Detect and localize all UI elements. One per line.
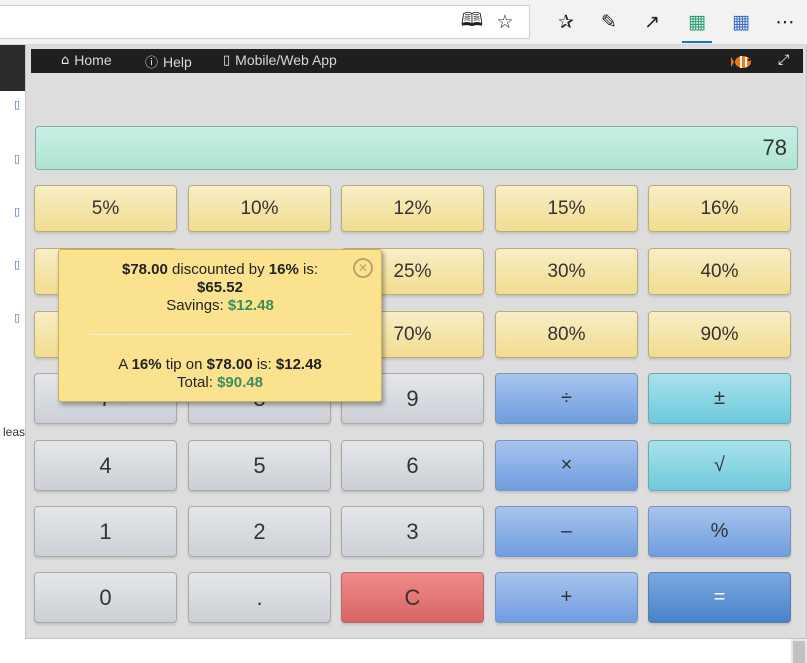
nav-help-label: Help <box>163 53 192 70</box>
square-root-button[interactable]: √ <box>648 440 791 491</box>
mobile-phone-icon: ▯ <box>223 52 231 68</box>
nav-mobile-label: Mobile/Web App <box>235 52 337 68</box>
equals-button[interactable]: = <box>648 572 791 623</box>
panel-navbar: ⌂ Home ⓘ Help ▯ Mobile/Web App ⤢ <box>31 49 803 73</box>
trash-icon[interactable]: ▯ <box>14 258 24 271</box>
nav-home-label: Home <box>74 52 112 68</box>
scrollbar-thumb[interactable] <box>793 641 805 663</box>
tip-text: tip on <box>165 356 203 373</box>
calculator-green-icon[interactable]: ▦ <box>682 8 712 43</box>
page-text-fragment: leas <box>3 425 26 439</box>
info-icon: ⓘ <box>145 56 159 71</box>
calculator-blue-icon[interactable]: ▦ <box>726 8 756 36</box>
discount-result: $65.52 <box>197 279 243 296</box>
tip-is-text: is: <box>256 356 272 373</box>
popup-divider <box>89 334 351 335</box>
collapse-arrows-icon[interactable]: ⤢ <box>778 52 789 68</box>
tip-prefix: A <box>118 356 128 373</box>
multiply-button[interactable]: × <box>495 440 638 491</box>
percent-30-button[interactable]: 30% <box>495 248 638 295</box>
total-line: Total: $90.48 <box>59 374 381 391</box>
total-value: $90.48 <box>217 374 263 391</box>
total-label: Total: <box>177 374 213 391</box>
key-1[interactable]: 1 <box>34 506 177 557</box>
key-5[interactable]: 5 <box>188 440 331 491</box>
plus-minus-button[interactable]: ± <box>648 373 791 424</box>
trash-icon[interactable]: ▯ <box>14 152 24 165</box>
more-icon[interactable]: ⋯ <box>770 8 800 36</box>
discount-text: discounted by <box>172 261 265 278</box>
nav-help[interactable]: ⓘ Help <box>145 52 192 72</box>
plus-button[interactable]: + <box>495 572 638 623</box>
share-icon[interactable]: ↗ <box>637 8 667 36</box>
tip-value: $12.48 <box>275 356 322 373</box>
home-icon: ⌂ <box>61 52 70 68</box>
percent-12-button[interactable]: 12% <box>341 185 484 232</box>
tip-percent: 16% <box>131 356 162 373</box>
percent-90-button[interactable]: 90% <box>648 311 791 358</box>
savings-line: Savings: $12.48 <box>59 297 381 314</box>
percent-value: 16% <box>268 261 299 278</box>
is-text: is: <box>303 261 318 278</box>
percent-5-button[interactable]: 5% <box>34 185 177 232</box>
percent-80-button[interactable]: 80% <box>495 311 638 358</box>
savings-value: $12.48 <box>227 297 274 314</box>
percent-10-button[interactable]: 10% <box>188 185 331 232</box>
percent-15-button[interactable]: 15% <box>495 185 638 232</box>
divide-button[interactable]: ÷ <box>495 373 638 424</box>
base-amount: $78.00 <box>121 261 168 278</box>
clownfish-logo-icon[interactable] <box>731 51 755 71</box>
discount-line: $78.00 discounted by 16% is: <box>59 261 381 278</box>
percent-40-button[interactable]: 40% <box>648 248 791 295</box>
page-header-fragment <box>0 45 25 91</box>
tip-base-amount: $78.00 <box>206 356 253 373</box>
savings-label: Savings: <box>166 297 224 314</box>
trash-icon[interactable]: ▯ <box>14 205 24 218</box>
percent-result-popup: ✕ $78.00 discounted by 16% is: $65.52 Sa… <box>58 249 382 402</box>
decimal-button[interactable]: . <box>188 572 331 623</box>
minus-button[interactable]: – <box>495 506 638 557</box>
key-6[interactable]: 6 <box>341 440 484 491</box>
nav-mobile-app[interactable]: ▯ Mobile/Web App <box>223 52 337 68</box>
favorite-star-icon[interactable]: ☆ <box>490 8 520 36</box>
key-0[interactable]: 0 <box>34 572 177 623</box>
key-4[interactable]: 4 <box>34 440 177 491</box>
calculator-display: 78 <box>35 126 798 170</box>
page-background <box>0 45 25 663</box>
trash-icon[interactable]: ▯ <box>14 311 24 324</box>
tip-line: A 16% tip on $78.00 is: $12.48 <box>59 356 381 373</box>
nav-home[interactable]: ⌂ Home <box>61 52 112 68</box>
browser-toolbar: 🕮 ☆ ✰ ✎ ↗ ▦ ▦ ⋯ <box>0 0 807 45</box>
key-2[interactable]: 2 <box>188 506 331 557</box>
discount-result-line: $65.52 <box>59 279 381 296</box>
percent-button[interactable]: % <box>648 506 791 557</box>
trash-icon[interactable]: ▯ <box>14 98 24 111</box>
key-3[interactable]: 3 <box>341 506 484 557</box>
favorites-hub-icon[interactable]: ✰ <box>551 8 581 36</box>
percent-16-button[interactable]: 16% <box>648 185 791 232</box>
address-bar[interactable] <box>0 5 530 39</box>
pen-notes-icon[interactable]: ✎ <box>594 8 624 36</box>
reading-view-icon[interactable]: 🕮 <box>457 8 487 36</box>
clear-button[interactable]: C <box>341 572 484 623</box>
